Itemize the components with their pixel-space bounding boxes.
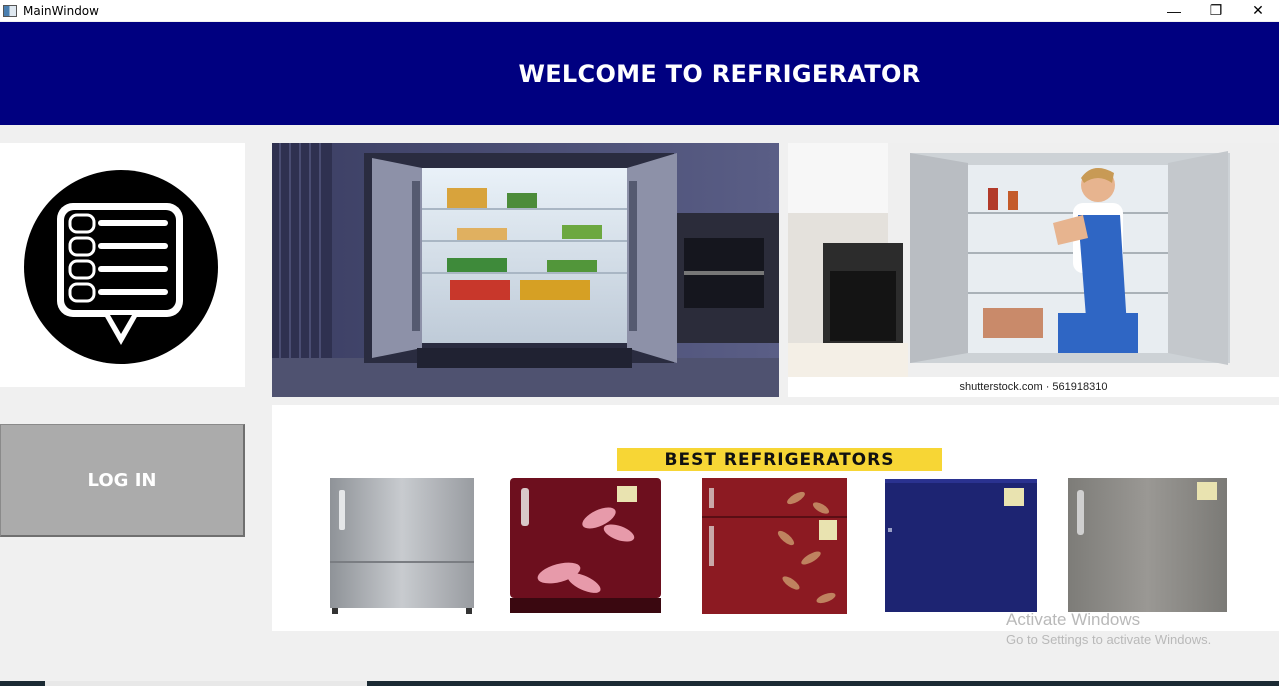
watermark-line2: Go to Settings to activate Windows. [1006,632,1212,647]
fridge-grey-image [1068,478,1227,612]
fridge-maroon-floral-image [510,478,661,613]
best-refrigerators-banner: BEST REFRIGERATORS [617,448,942,471]
window-title: MainWindow [23,3,99,18]
list-chat-bubble-icon [24,170,218,364]
watermark-line1: Activate Windows [1006,610,1141,629]
header-banner: WELCOME TO REFRIGERATOR [0,22,1279,125]
fridge-silver-image [330,478,474,614]
page-title: WELCOME TO REFRIGERATOR [518,59,921,88]
login-button[interactable]: LOG IN [0,424,245,537]
taskbar-search-box[interactable] [45,681,367,686]
stock-photo-caption: shutterstock.com · 561918310 [788,377,1279,397]
taskbar [0,681,1279,686]
fridge-navy-image [885,479,1037,612]
open-fridge-photo [272,143,779,397]
window-titlebar: MainWindow — ❐ ✕ [0,0,1279,21]
technician-repair-photo: shutterstock.com · 561918310 [788,143,1279,397]
best-refrigerators-panel: BEST REFRIGERATORS [272,405,1279,631]
activate-windows-watermark: Activate Windows Go to Settings to activ… [1006,610,1211,647]
minimize-icon[interactable]: — [1153,0,1195,21]
app-icon [3,4,17,17]
restore-icon[interactable]: ❐ [1195,0,1237,21]
logo-panel [0,143,245,387]
close-icon[interactable]: ✕ [1237,0,1279,21]
window-controls: — ❐ ✕ [1153,0,1279,21]
fridge-red-floral-image [702,478,847,614]
